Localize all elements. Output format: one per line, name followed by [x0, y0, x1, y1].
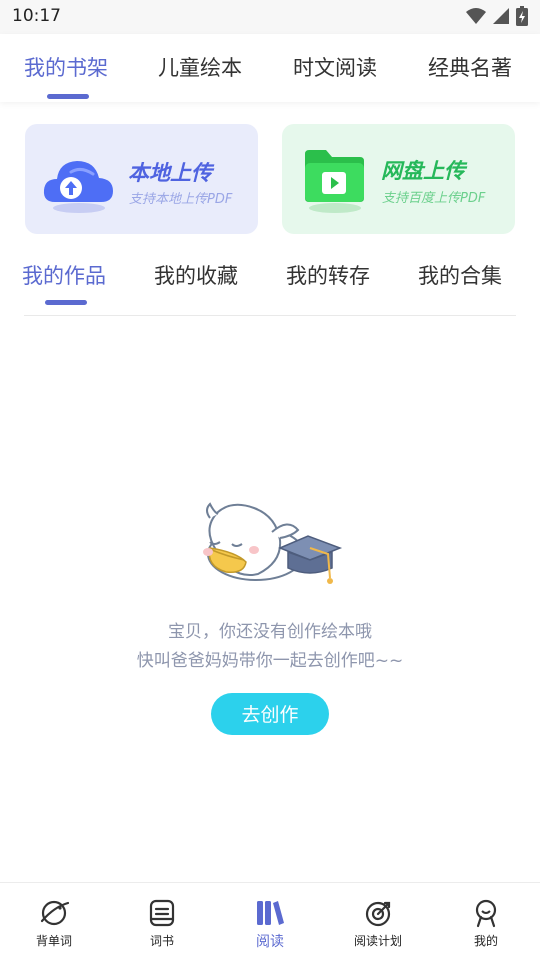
divider	[24, 315, 516, 316]
nav-label-wordbook: 词书	[149, 934, 174, 948]
planet-icon	[40, 900, 70, 926]
nav-item-vocabulary[interactable]: 背单词	[0, 883, 108, 961]
sleeping-duck-illustration	[203, 502, 343, 584]
nav-label-vocabulary: 背单词	[35, 934, 72, 948]
top-tab-indicator	[47, 94, 89, 99]
tab-bookshelf[interactable]: 我的书架	[24, 52, 108, 82]
tab-current-reading[interactable]: 时文阅读	[293, 52, 377, 82]
nav-label-reading-plan: 阅读计划	[353, 934, 402, 948]
wifi-icon	[466, 8, 486, 24]
nav-item-wordbook[interactable]: 词书	[108, 883, 216, 961]
local-upload-subtitle: 支持本地上传PDF	[129, 192, 233, 207]
target-icon	[365, 901, 391, 927]
tab-my-saved[interactable]: 我的转存	[286, 260, 370, 290]
empty-state-hint: 快叫爸爸妈妈带你一起去创作吧~~	[136, 651, 404, 671]
tab-my-favorites[interactable]: 我的收藏	[154, 260, 238, 290]
top-tab-bar: 我的书架 儿童绘本 时文阅读 经典名著	[0, 34, 540, 102]
cell-signal-icon	[493, 8, 509, 24]
battery-icon	[516, 6, 528, 26]
status-bar: 10:17	[0, 0, 540, 34]
cloud-upload-title: 网盘上传	[381, 159, 465, 183]
tab-my-works[interactable]: 我的作品	[22, 260, 106, 290]
local-upload-title: 本地上传	[128, 161, 212, 185]
notebook-icon	[149, 899, 175, 927]
nav-item-profile[interactable]: 我的	[432, 883, 540, 961]
nav-item-reading[interactable]: 阅读	[216, 883, 324, 961]
sub-tab-indicator	[45, 300, 87, 305]
tab-picture-books[interactable]: 儿童绘本	[158, 52, 242, 82]
nav-label-reading: 阅读	[256, 934, 284, 950]
profile-icon	[475, 899, 497, 928]
status-icons	[466, 6, 528, 26]
nav-label-profile: 我的	[473, 934, 498, 948]
nav-item-reading-plan[interactable]: 阅读计划	[324, 883, 432, 961]
tab-classics[interactable]: 经典名著	[428, 52, 512, 82]
tab-my-collections[interactable]: 我的合集	[418, 260, 502, 290]
books-icon	[257, 901, 284, 925]
cloud-upload-subtitle: 支持百度上传PDF	[382, 191, 486, 206]
bottom-nav: 背单词 词书 阅读 阅读计划 我的	[0, 882, 540, 961]
local-upload-card[interactable]: 本地上传 支持本地上传PDF	[25, 124, 258, 234]
empty-state-message: 宝贝，你还没有创作绘本哦	[168, 622, 372, 642]
cloud-upload-card[interactable]: 网盘上传 支持百度上传PDF	[282, 124, 515, 234]
folder-play-icon	[305, 150, 364, 213]
create-button[interactable]: 去创作	[211, 693, 329, 735]
status-time: 10:17	[12, 6, 61, 26]
cloud-upload-icon	[43, 161, 113, 213]
